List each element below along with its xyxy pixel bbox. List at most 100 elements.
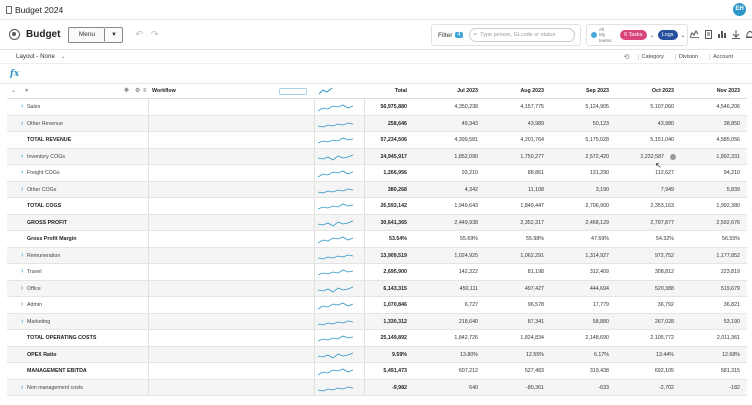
cell-value[interactable]: 11,108 xyxy=(484,182,544,199)
cell-value[interactable]: 2,148,690 xyxy=(549,330,609,347)
table-row[interactable]: › Remuneration 13,909,519 1,024,925 1,062,29… xyxy=(7,247,747,265)
table-row[interactable]: › Marketing 1,330,312 218,640 87,341 58,880 26… xyxy=(7,313,747,331)
cell-value[interactable]: 444,694 xyxy=(549,281,609,298)
cell-value[interactable]: 93,210 xyxy=(418,165,478,182)
cell-value[interactable]: 520,388 xyxy=(614,281,674,298)
cell-value[interactable]: -633 xyxy=(549,380,609,397)
cell-value[interactable]: 26,593,142 xyxy=(347,198,407,215)
cell-value[interactable]: 450,111 xyxy=(418,281,478,298)
table-row[interactable]: › Non management costs -9,982 640 -80,361 -63… xyxy=(7,379,747,397)
cell-value[interactable]: 4,399,581 xyxy=(418,132,478,149)
expand-chevron-icon[interactable]: › xyxy=(21,264,23,281)
table-row[interactable]: › Inventory COGs 24,945,917 1,852,090 1,750,… xyxy=(7,148,747,166)
all-users-selector[interactable]: All My teams xyxy=(599,27,617,44)
cell-value[interactable]: 49,343 xyxy=(418,116,478,133)
cell-value[interactable]: 56.55% xyxy=(680,231,740,248)
download-icon[interactable] xyxy=(732,29,740,41)
cell-value[interactable]: 1,852,090 xyxy=(418,149,478,166)
expand-chevron-icon[interactable]: › xyxy=(21,281,23,298)
column-header-total[interactable]: Total xyxy=(347,84,407,99)
undo-icon[interactable]: ↶ xyxy=(135,29,143,40)
cell-value[interactable]: 1,266,956 xyxy=(347,165,407,182)
cell-value[interactable]: 43,980 xyxy=(614,116,674,133)
cell-value[interactable]: 527,483 xyxy=(484,363,544,380)
expand-chevron-icon[interactable]: › xyxy=(21,248,23,265)
cell-value[interactable]: 692,105 xyxy=(614,363,674,380)
cell-value[interactable]: 131,290 xyxy=(549,165,609,182)
cell-value[interactable]: 4,157,775 xyxy=(484,99,544,116)
cell-value[interactable]: 13.44% xyxy=(614,347,674,364)
cell-value[interactable]: 13,909,519 xyxy=(347,248,407,265)
cell-value[interactable]: 1,842,726 xyxy=(418,330,478,347)
chart-icon[interactable] xyxy=(689,30,699,40)
expand-chevron-icon[interactable]: › xyxy=(21,297,23,314)
tasks-button[interactable]: 6 Tasks xyxy=(620,30,647,40)
expand-chevron-icon[interactable]: › xyxy=(21,99,23,116)
table-row[interactable]: › Other COGs 380,268 4,342 11,108 3,190 7,949 5… xyxy=(7,181,747,199)
cell-value[interactable]: -2,702 xyxy=(614,380,674,397)
table-row[interactable]: › Admin 1,070,846 6,727 96,578 17,779 36,792 36… xyxy=(7,297,747,314)
account-selector[interactable]: Account xyxy=(709,54,736,60)
cell-value[interactable]: 88,861 xyxy=(484,165,544,182)
table-row[interactable]: TOTAL OPERATING COSTS 25,149,892 1,842,726… xyxy=(7,330,747,347)
formula-fx-icon[interactable]: fx xyxy=(10,69,19,79)
cell-value[interactable]: 5,151,040 xyxy=(614,132,674,149)
category-selector[interactable]: Category xyxy=(637,54,667,60)
cell-value[interactable]: -182 xyxy=(680,380,740,397)
cell-value[interactable]: 2,449,938 xyxy=(418,215,478,232)
cell-value[interactable]: 47.69% xyxy=(549,231,609,248)
cell-value[interactable]: 4,546,206 xyxy=(680,99,740,116)
table-row[interactable]: OPEX Ratio 9.59% 13.80% 12.55% 6.17% 13.44% 12… xyxy=(7,346,747,364)
cell-value[interactable]: 112,627 xyxy=(614,165,674,182)
cell-value[interactable]: 12.55% xyxy=(484,347,544,364)
filter-icon[interactable]: ≡ xyxy=(143,84,147,99)
layout-selector[interactable]: Layout - None xyxy=(16,53,55,60)
cell-value[interactable]: 87,341 xyxy=(484,314,544,331)
cell-value[interactable]: 96,578 xyxy=(484,297,544,314)
table-row[interactable]: TOTAL COGS 26,593,142 1,949,643 1,849,447 2,… xyxy=(7,198,747,215)
cell-value[interactable]: 3,190 xyxy=(549,182,609,199)
cell-value[interactable]: 258,646 xyxy=(347,116,407,133)
cell-value[interactable]: 94,210 xyxy=(680,165,740,182)
move-icon[interactable]: ✥ xyxy=(124,84,129,99)
document-report-icon[interactable] xyxy=(704,29,712,41)
table-row[interactable]: › Sales 56,975,880 4,350,238 4,157,775 5,124,… xyxy=(7,99,747,116)
cell-value[interactable]: 7,949 xyxy=(614,182,674,199)
cell-value[interactable]: 1,177,852 xyxy=(680,248,740,265)
cell-value[interactable]: 43,989 xyxy=(484,116,544,133)
cell-value[interactable]: 519,679 xyxy=(680,281,740,298)
cell-value[interactable]: 218,640 xyxy=(418,314,478,331)
cell-value[interactable]: 497,427 xyxy=(484,281,544,298)
cell-value[interactable]: 2,011,361 xyxy=(680,330,740,347)
cell-value[interactable]: 2,572,420 xyxy=(549,149,609,166)
expand-chevron-icon[interactable]: › xyxy=(21,380,23,397)
cell-value[interactable]: 4,350,238 xyxy=(418,99,478,116)
cell-value[interactable]: 1,330,312 xyxy=(347,314,407,331)
cell-value[interactable]: 1,024,925 xyxy=(418,248,478,265)
cell-value[interactable]: 2,105,772 xyxy=(614,330,674,347)
cell-value[interactable]: 2,353,163 xyxy=(614,198,674,215)
cell-value[interactable]: 57,234,506 xyxy=(347,132,407,149)
cell-value[interactable]: 5,175,028 xyxy=(549,132,609,149)
cell-value[interactable]: 5,107,060 xyxy=(614,99,674,116)
chevron-down-icon[interactable]: ⌄ xyxy=(61,54,66,60)
cell-value[interactable]: 58,880 xyxy=(549,314,609,331)
cell-value[interactable]: 56,975,880 xyxy=(347,99,407,116)
cell-value[interactable]: -80,361 xyxy=(484,380,544,397)
column-header-oct-2023[interactable]: Oct 2023 xyxy=(614,84,674,99)
cell-value[interactable]: 6,727 xyxy=(418,297,478,314)
table-row[interactable]: MANAGEMENT EBITDA 5,491,473 607,212 527,483… xyxy=(7,363,747,380)
cell-value[interactable]: 2,352,317 xyxy=(484,215,544,232)
cell-value[interactable]: 30,641,365 xyxy=(347,215,407,232)
cell-value[interactable]: 13.80% xyxy=(418,347,478,364)
cell-value[interactable]: 1,892,331 xyxy=(680,149,740,166)
cell-value[interactable]: 53,190 xyxy=(680,314,740,331)
cell-value[interactable]: 5,839 xyxy=(680,182,740,199)
search-input[interactable]: ⌕ Type person, GLcode or status xyxy=(468,28,575,42)
filter-label[interactable]: Filter xyxy=(438,32,452,39)
cell-value[interactable]: 581,315 xyxy=(680,363,740,380)
table-row[interactable]: › Freight COGs 1,266,956 93,210 88,861 131,29… xyxy=(7,165,747,182)
chevron-down-icon[interactable]: ⌄ xyxy=(681,32,686,39)
cell-value[interactable]: 5,491,473 xyxy=(347,363,407,380)
cell-value[interactable]: 12.68% xyxy=(680,347,740,364)
